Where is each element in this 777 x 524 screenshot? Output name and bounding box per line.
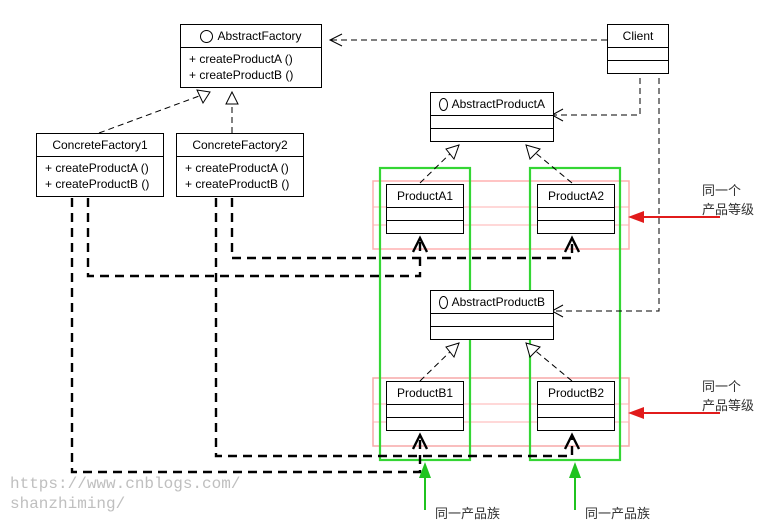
class-product-a1: ProductA1 — [386, 184, 464, 234]
class-name: AbstractProductB — [452, 294, 545, 310]
class-abstract-product-b: AbstractProductB — [430, 290, 554, 340]
class-concrete-factory-1: ConcreteFactory1 + createProductA ()+ cr… — [36, 133, 164, 197]
class-name: AbstractProductA — [452, 96, 545, 112]
class-name: ConcreteFactory1 — [52, 137, 147, 153]
class-name: ProductA2 — [548, 188, 604, 204]
class-name: Client — [623, 28, 654, 44]
connectors-layer — [0, 0, 777, 524]
watermark: https://www.cnblogs.com/shanzhiming/ — [10, 474, 240, 514]
class-client: Client — [607, 24, 669, 74]
abstract-icon — [439, 296, 448, 309]
class-name: ProductB1 — [397, 385, 453, 401]
class-name: ProductA1 — [397, 188, 453, 204]
note-family-2: 同一产品族 — [585, 503, 650, 522]
diagram-canvas: AbstractFactory + createProductA ()+ cre… — [0, 0, 777, 524]
class-abstract-factory: AbstractFactory + createProductA ()+ cre… — [180, 24, 322, 88]
class-name: ConcreteFactory2 — [192, 137, 287, 153]
class-concrete-factory-2: ConcreteFactory2 + createProductA ()+ cr… — [176, 133, 304, 197]
class-product-b1: ProductB1 — [386, 381, 464, 431]
class-product-a2: ProductA2 — [537, 184, 615, 234]
note-family-1: 同一产品族 — [435, 503, 500, 522]
class-product-b2: ProductB2 — [537, 381, 615, 431]
note-level-a: 同一个产品等级 — [702, 180, 754, 218]
class-abstract-product-a: AbstractProductA — [430, 92, 554, 142]
abstract-icon — [439, 98, 448, 111]
class-name: ProductB2 — [548, 385, 604, 401]
class-name: AbstractFactory — [217, 28, 301, 44]
abstract-icon — [200, 30, 213, 43]
note-level-b: 同一个产品等级 — [702, 376, 754, 414]
